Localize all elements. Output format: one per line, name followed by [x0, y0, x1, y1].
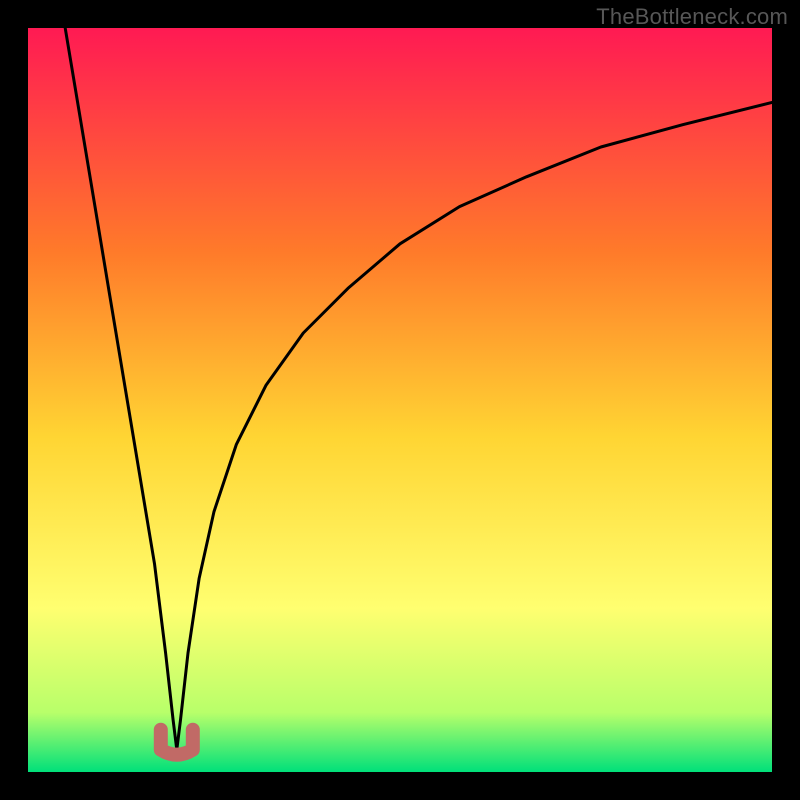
- bottleneck-chart: [0, 0, 800, 800]
- chart-container: TheBottleneck.com: [0, 0, 800, 800]
- watermark-text: TheBottleneck.com: [596, 4, 788, 30]
- plot-area: [28, 28, 772, 772]
